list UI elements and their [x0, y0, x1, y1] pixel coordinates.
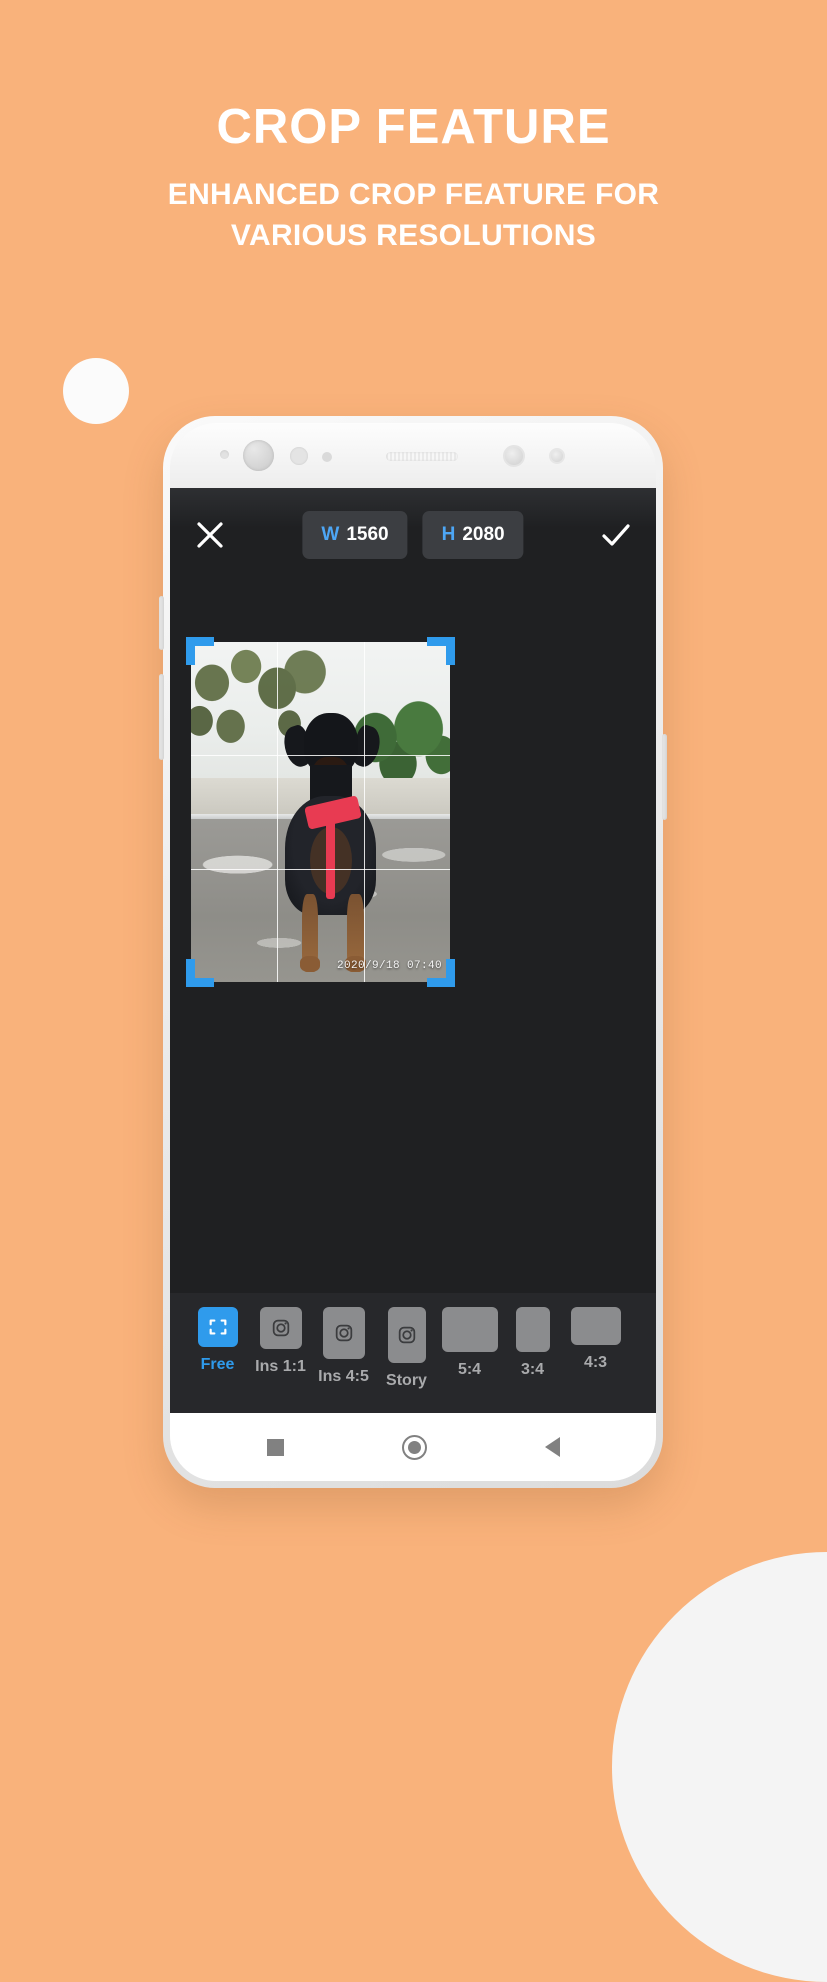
aspect-ratio-bar[interactable]: Free Ins 1:1 Ins 4:5 Story 5:4 3:4 4:3	[170, 1293, 656, 1413]
ratio-option-free[interactable]: Free	[186, 1307, 249, 1374]
earpiece-speaker-icon	[386, 452, 458, 461]
front-camera-icon	[243, 440, 274, 471]
circle-icon[interactable]	[401, 1434, 427, 1460]
iris-sensor-icon	[549, 448, 565, 464]
ratio-label-story: Story	[386, 1372, 427, 1389]
ratio-option-ins-4-5[interactable]: Ins 4:5	[312, 1307, 375, 1386]
ratio-label-5-4: 5:4	[457, 1361, 482, 1378]
dog-harness-vertical	[325, 811, 335, 900]
phone-screen-container: W 1560 H 2080 2020/9/18 07:40 Free Ins 1…	[170, 423, 656, 1481]
proximity-sensor-icon	[290, 447, 308, 465]
instagram-icon	[259, 1307, 302, 1349]
promo-subtitle-line1: ENHANCED CROP FEATURE FOR	[167, 178, 660, 212]
ratio-option-story[interactable]: Story	[375, 1307, 438, 1390]
phone-button-power[interactable]	[662, 734, 667, 820]
close-icon[interactable]	[193, 518, 227, 552]
phone-mockup: W 1560 H 2080 2020/9/18 07:40 Free Ins 1…	[159, 416, 667, 1488]
promo-subtitle-line2: VARIOUS RESOLUTIONS	[230, 218, 597, 252]
phone-button-bixby[interactable]	[159, 596, 164, 650]
ratio-option-5-4[interactable]: 5:4	[438, 1307, 501, 1379]
ratio-option-3-4[interactable]: 3:4	[501, 1307, 564, 1379]
ratio-label-ins-4-5: Ins 4:5	[318, 1368, 369, 1385]
promo-subtitle: ENHANCED CROP FEATURE FOR VARIOUS RESOLU…	[0, 175, 827, 256]
app-screen: W 1560 H 2080 2020/9/18 07:40 Free Ins 1…	[170, 488, 656, 1413]
promo-text-block: CROP FEATURE ENHANCED CROP FEATURE FOR V…	[0, 100, 827, 256]
rectangle-icon	[441, 1307, 498, 1352]
height-label: H	[441, 524, 456, 545]
grid-line-horizontal-1	[191, 755, 450, 757]
grid-line-vertical-1	[277, 642, 279, 982]
crop-handle-bottom-left[interactable]	[186, 959, 214, 987]
dog-paw-left	[299, 956, 321, 972]
width-value: 1560	[346, 524, 389, 545]
triangle-back-icon[interactable]	[544, 1437, 560, 1457]
height-input[interactable]: H 2080	[422, 511, 524, 559]
ratio-label-ins-1-1: Ins 1:1	[255, 1358, 306, 1375]
crop-handle-top-left[interactable]	[186, 637, 214, 665]
crop-free-icon	[197, 1307, 238, 1347]
grid-line-vertical-2	[363, 642, 365, 982]
rectangle-icon	[570, 1307, 621, 1345]
ratio-label-3-4: 3:4	[520, 1361, 545, 1378]
phone-top-bezel	[170, 423, 656, 488]
ratio-option-ins-1-1[interactable]: Ins 1:1	[249, 1307, 312, 1376]
ratio-label-4-3: 4:3	[583, 1354, 608, 1371]
photo-dog	[279, 713, 385, 972]
ratio-label-free: Free	[200, 1356, 235, 1373]
crop-toolbar: W 1560 H 2080	[170, 488, 656, 583]
check-icon[interactable]	[599, 518, 633, 552]
sensor-dot-icon	[220, 450, 229, 459]
rectangle-icon	[515, 1307, 550, 1352]
width-label: W	[321, 524, 340, 545]
crop-region[interactable]: 2020/9/18 07:40	[186, 637, 455, 987]
decorative-circle-small	[63, 358, 129, 424]
instagram-icon	[322, 1307, 365, 1359]
iris-camera-icon	[503, 445, 525, 467]
crop-handle-top-right[interactable]	[427, 637, 455, 665]
photo-preview: 2020/9/18 07:40	[191, 642, 450, 982]
square-icon[interactable]	[266, 1438, 284, 1456]
page-title: CROP FEATURE	[216, 100, 611, 154]
crop-handle-bottom-right[interactable]	[427, 959, 455, 987]
dimension-chips: W 1560 H 2080	[302, 511, 524, 559]
ratio-option-4-3[interactable]: 4:3	[564, 1307, 627, 1372]
android-nav-bar	[170, 1413, 656, 1481]
phone-button-volume[interactable]	[159, 674, 164, 760]
decorative-circle-large	[612, 1552, 827, 1982]
led-dot-icon	[322, 452, 332, 462]
instagram-icon	[387, 1307, 426, 1363]
width-input[interactable]: W 1560	[302, 511, 408, 559]
grid-line-horizontal-2	[191, 868, 450, 870]
height-value: 2080	[462, 524, 505, 545]
